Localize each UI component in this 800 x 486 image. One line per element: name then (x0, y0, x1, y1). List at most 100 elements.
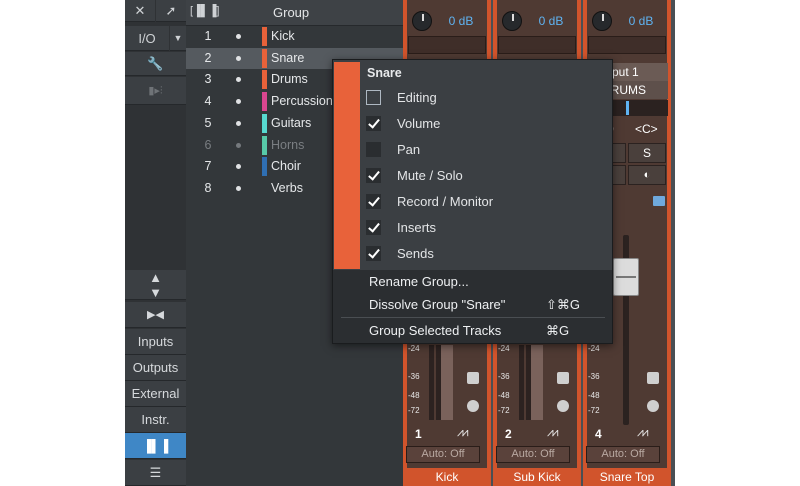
group-enabled-dot[interactable] (236, 99, 241, 105)
group-number: 5 (204, 115, 212, 130)
checkbox[interactable] (366, 194, 381, 209)
group-color-swatch[interactable] (262, 48, 267, 68)
instruments-label: Instr. (141, 412, 170, 427)
menu-option-editing[interactable]: Editing (361, 85, 611, 111)
group-enabled-dot[interactable] (236, 55, 241, 61)
group-number: 8 (204, 180, 212, 195)
group-color-swatch[interactable] (334, 62, 360, 269)
menu-option-label: Inserts (397, 220, 437, 235)
menu-option-label: Record / Monitor (397, 194, 494, 209)
group-selected-tracks-item[interactable]: Group Selected Tracks ⌘G (334, 319, 611, 343)
group-header-label: Group (273, 5, 310, 20)
menu-option-record-monitor[interactable]: Record / Monitor (361, 189, 611, 215)
group-options-section: Snare Editing Volume Pan Mute / Solo Record … (333, 60, 612, 270)
outputs-button[interactable]: Outputs (125, 355, 186, 381)
insert-slot[interactable] (588, 36, 666, 54)
solo-button[interactable]: S (628, 143, 666, 163)
group-number: 4 (204, 94, 212, 109)
menu-title: Snare (367, 66, 402, 80)
checkbox[interactable] (366, 116, 381, 131)
menu-option-volume[interactable]: Volume (361, 111, 611, 137)
group-name: Verbs (271, 180, 303, 195)
group-number: 3 (204, 72, 212, 87)
expand-arrow-icon[interactable]: ➚ (156, 0, 186, 22)
menu-icon[interactable]: ☰ (125, 460, 186, 486)
insert-slot[interactable] (498, 36, 576, 54)
group-enabled-dot[interactable] (236, 120, 241, 126)
gain-value: 0 dB (628, 14, 654, 28)
external-button[interactable]: External (125, 381, 186, 407)
checkbox[interactable] (366, 168, 381, 183)
group-bracket-icon: [▐▌▐] (190, 5, 220, 17)
gain-knob[interactable] (412, 11, 432, 31)
group-list-header: [▐▌▐] Group (186, 0, 403, 26)
group-color-swatch[interactable] (262, 113, 267, 133)
group-name: Horns (271, 137, 305, 152)
group-enabled-dot[interactable] (236, 164, 241, 170)
menu-separator (341, 317, 605, 318)
group-number: 1 (204, 29, 212, 43)
group-context-menu: Snare Editing Volume Pan Mute / Solo Record … (332, 59, 613, 344)
group-name: Guitars (271, 115, 312, 130)
monitor-button[interactable]: ◐ (628, 165, 666, 185)
group-enabled-dot[interactable] (236, 77, 241, 83)
group-color-swatch[interactable] (262, 157, 267, 177)
insert-slot[interactable] (408, 36, 486, 54)
menu-item-label: Dissolve Group "Snare" (369, 297, 506, 312)
group-row[interactable]: 1 Kick (186, 26, 403, 47)
checkbox[interactable] (366, 220, 381, 235)
menu-option-label: Pan (397, 142, 421, 157)
io-dropdown-icon[interactable]: ▼ (170, 26, 186, 51)
group-number: 2 (204, 50, 212, 65)
instruments-button[interactable]: Instr. (125, 407, 186, 433)
group-color-swatch[interactable] (262, 92, 267, 112)
groups-icon: ▐▌▐ (142, 438, 169, 453)
inputs-button[interactable]: Inputs (125, 329, 186, 355)
menu-option-inserts[interactable]: Inserts (361, 215, 611, 241)
group-enabled-dot[interactable] (236, 185, 241, 191)
expand-horizontal-icon[interactable]: ▶◀ (125, 302, 186, 328)
group-enabled-dot[interactable] (236, 34, 241, 39)
fader-line (616, 276, 636, 278)
group-color-swatch[interactable] (262, 135, 267, 155)
group-enabled-dot[interactable] (236, 142, 241, 148)
dissolve-group-item[interactable]: Dissolve Group "Snare" ⇧⌘G (334, 293, 611, 317)
menu-option-mute-solo[interactable]: Mute / Solo (361, 163, 611, 189)
mixer-view-icon[interactable]: ▮▸⫶ (125, 77, 186, 105)
volume-fader[interactable] (613, 258, 639, 296)
checkbox[interactable] (366, 246, 381, 261)
io-button[interactable]: I/O (125, 26, 169, 51)
gain-knob[interactable] (502, 11, 522, 31)
group-name: Kick (271, 29, 295, 43)
group-number: 7 (204, 159, 212, 174)
close-icon[interactable]: ✕ (125, 0, 155, 22)
outputs-label: Outputs (132, 360, 179, 375)
scroll-vertical-icon[interactable]: ▲ ▼ (125, 270, 186, 300)
channel-editor-icon[interactable] (653, 196, 665, 206)
group-name: Percussion (271, 94, 333, 109)
gain-value: 0 dB (448, 14, 474, 28)
menu-item-label: Rename Group... (369, 274, 469, 289)
inputs-label: Inputs (137, 334, 174, 349)
group-name: Drums (271, 72, 308, 87)
group-color-swatch[interactable] (262, 27, 267, 46)
checkbox[interactable] (366, 90, 381, 105)
rename-group-item[interactable]: Rename Group... (334, 270, 611, 294)
monitor-icon: ◐ (643, 169, 651, 181)
menu-item-shortcut: ⇧⌘G (546, 297, 581, 312)
menu-item-label: Group Selected Tracks (369, 323, 502, 338)
menu-option-label: Mute / Solo (397, 168, 463, 183)
menu-option-pan[interactable]: Pan (361, 137, 611, 163)
menu-option-label: Editing (397, 90, 437, 105)
checkbox[interactable] (366, 142, 381, 157)
group-number: 6 (204, 137, 212, 152)
gain-knob[interactable] (592, 11, 612, 31)
groups-button[interactable]: ▐▌▐ (125, 433, 186, 459)
pan-indicator (626, 101, 629, 115)
menu-option-sends[interactable]: Sends (361, 241, 611, 267)
group-name: Snare (271, 50, 305, 65)
external-label: External (131, 386, 180, 401)
group-color-swatch[interactable] (262, 70, 267, 90)
wrench-icon[interactable]: 🔧 (125, 52, 186, 76)
menu-item-shortcut: ⌘G (546, 323, 570, 338)
